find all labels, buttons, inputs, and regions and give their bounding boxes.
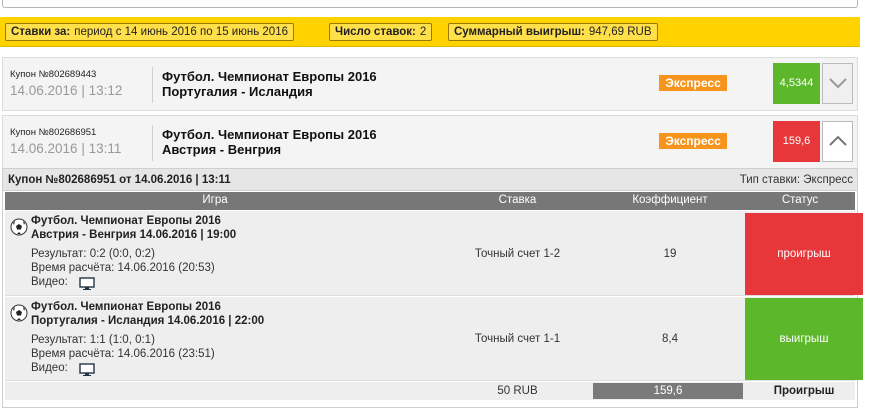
event-name: Футбол. Чемпионат Европы 2016 Австрия - … [31,214,236,242]
table-row: Футбол. Чемпионат Европы 2016 Австрия - … [5,211,863,296]
coef-value: 8,4 [662,333,678,345]
bets-count: Число ставок: 2 [329,23,433,41]
bet-type-badge: Экспресс [659,133,727,149]
expand-toggle-button[interactable] [822,63,853,104]
coupon-row[interactable]: Купон №802689443 14.06.2016 | 13:12 Футб… [2,57,858,111]
status-badge: выигрыш [745,298,863,380]
event-video: Видео: [31,362,95,376]
coupon-match: Австрия - Венгрия [162,142,282,157]
period-label: Ставки за: [11,26,71,38]
total-win: Суммарный выигрыш: 947,69 RUB [448,23,658,41]
coupon-title: Футбол. Чемпионат Европы 2016 Португалия… [162,69,377,99]
monitor-icon[interactable] [79,363,95,376]
total-win-value: 947,69 RUB [588,26,652,38]
top-panel [2,0,858,8]
event-calc-time: Время расчёта: 14.06.2016 (20:53) [31,262,215,274]
period-value: период с 14 июнь 2016 по 15 июнь 2016 [74,26,288,38]
col-bet: Ставка [498,194,537,206]
period-filter[interactable]: Ставки за: период с 14 июнь 2016 по 15 ию… [5,23,294,41]
video-label: Видео: [31,276,68,288]
chevron-up-icon [829,135,847,146]
coupon-match: Португалия - Исландия [162,84,313,99]
bet-type-badge: Экспресс [659,75,727,91]
coupon-details: Купон №802686951 от 14.06.2016 | 13:11 Т… [2,168,863,408]
event-video: Видео: [31,276,95,290]
event-result: Результат: 0:2 (0:0, 0:2) [31,248,155,260]
total-win-label: Суммарный выигрыш: [454,26,585,38]
coupon-title: Футбол. Чемпионат Европы 2016 Австрия - … [162,127,377,157]
soccer-ball-icon [10,304,28,322]
event-calc-time: Время расчёта: 14.06.2016 (23:51) [31,348,215,360]
divider [152,67,153,103]
total-coef: 159,6 [593,383,743,399]
col-game: Игра [202,194,228,206]
coupon-row[interactable]: Купон №802686951 14.06.2016 | 13:11 Футб… [2,115,858,169]
coupon-number: Купон №802686951 [10,127,97,138]
stake-amount: 50 RUB [497,385,538,397]
coupon-tournament: Футбол. Чемпионат Европы 2016 [162,127,377,142]
col-status: Статус [781,194,819,206]
coupon-datetime: 14.06.2016 | 13:12 [10,83,123,98]
event-tournament: Футбол. Чемпионат Европы 2016 [31,215,221,227]
bets-count-value: 2 [419,26,427,38]
soccer-ball-icon [10,218,28,236]
details-title: Купон №802686951 от 14.06.2016 | 13:11 [8,174,231,186]
divider [152,125,153,161]
bet-type-text: Тип ставки: Экспресс [739,174,853,186]
table-row: Футбол. Чемпионат Европы 2016 Португалия… [5,297,863,381]
bets-count-label: Число ставок: [335,26,416,38]
coupon-result: Проигрыш [773,385,835,397]
event-tournament: Футбол. Чемпионат Европы 2016 [31,301,221,313]
bet-value: Точный счет 1-2 [474,248,561,260]
coupon-number: Купон №802689443 [10,69,97,80]
collapse-toggle-button[interactable] [822,121,853,162]
details-header: Купон №802686951 от 14.06.2016 | 13:11 Т… [3,169,857,191]
chevron-down-icon [829,78,847,89]
coupon-odds: 159,6 [773,121,820,162]
event-result: Результат: 1:1 (1:0, 0:1) [31,334,155,346]
event-name: Футбол. Чемпионат Европы 2016 Португалия… [31,300,264,328]
event-match: Португалия - Исландия 14.06.2016 | 22:00 [31,315,265,327]
bet-value: Точный счет 1-1 [474,333,561,345]
status-badge: проигрыш [745,213,863,295]
video-label: Видео: [31,362,68,374]
summary-bar: Ставки за: период с 14 июнь 2016 по 15 ию… [0,17,860,47]
details-footer: 50 RUB 159,6 Проигрыш [5,382,855,400]
monitor-icon[interactable] [79,277,95,290]
coupon-tournament: Футбол. Чемпионат Европы 2016 [162,69,377,84]
col-coef: Коэффициент [632,194,708,206]
table-header: Игра Ставка Коэффициент Статус [5,192,855,210]
coupon-odds: 4,5344 [773,63,820,104]
coupon-datetime: 14.06.2016 | 13:11 [10,141,122,156]
coef-value: 19 [663,248,677,260]
event-match: Австрия - Венгрия 14.06.2016 | 19:00 [31,229,237,241]
